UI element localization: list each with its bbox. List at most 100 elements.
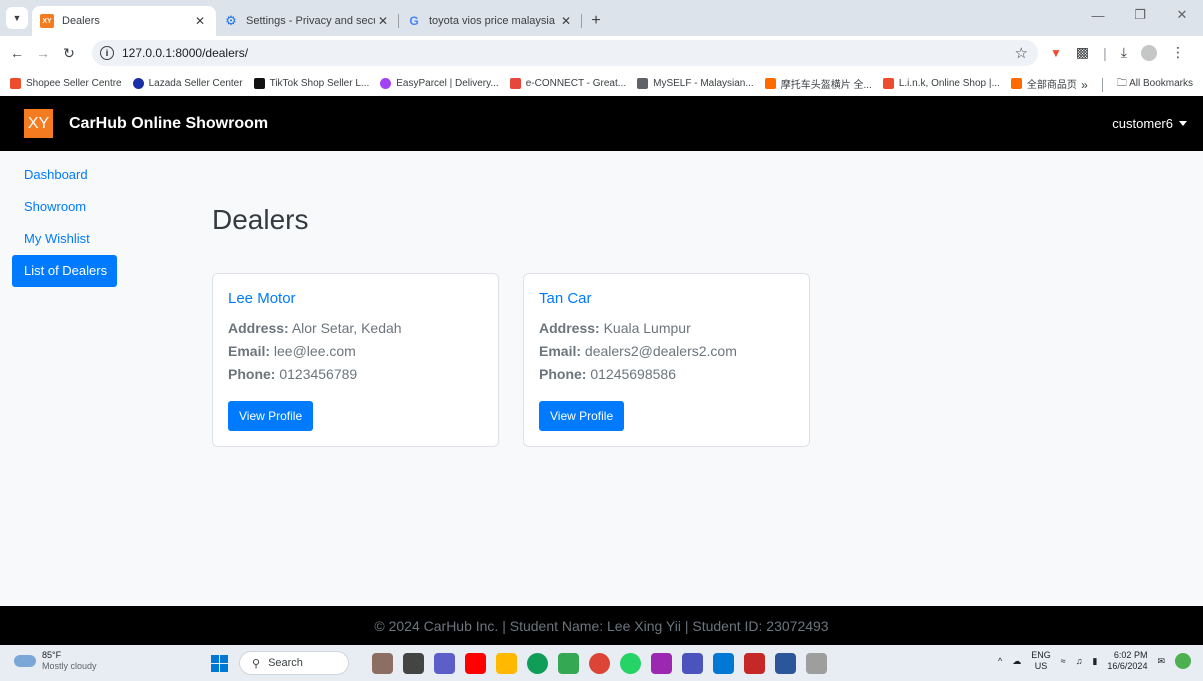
bookmark-item[interactable]: Shopee Seller Centre — [10, 77, 122, 89]
youtube-icon[interactable] — [465, 653, 486, 674]
back-icon[interactable]: ← — [4, 45, 30, 61]
wechat-icon[interactable] — [558, 653, 579, 674]
google-icon: G — [409, 14, 419, 28]
dealer-name[interactable]: Tan Car — [539, 290, 794, 307]
brand-title[interactable]: CarHub Online Showroom — [69, 115, 268, 133]
copilot-icon[interactable] — [1175, 653, 1191, 669]
onedrive-icon[interactable]: ☁ — [1012, 656, 1021, 667]
puzzle-extensions-icon[interactable]: ▩ — [1076, 44, 1089, 61]
close-tab-icon[interactable]: ✕ — [558, 14, 574, 28]
file-explorer-icon[interactable] — [496, 653, 517, 674]
dealer-email: Email: lee@lee.com — [228, 343, 356, 359]
econnect-icon — [509, 77, 521, 89]
sidebar-item-dashboard[interactable]: Dashboard — [12, 159, 117, 191]
dealer-phone: Phone: 0123456789 — [228, 366, 358, 382]
search-icon: ⚲ — [252, 657, 261, 670]
tab-dealers[interactable]: XY Dealers ✕ — [32, 6, 216, 36]
windows-start-icon[interactable] — [211, 655, 228, 672]
weather-widget[interactable]: 85°F Mostly cloudy — [14, 650, 97, 672]
profile-avatar-icon[interactable] — [1140, 44, 1157, 61]
tiktok-icon — [253, 77, 265, 89]
sidebar-item-dealers[interactable]: List of Dealers — [12, 255, 117, 287]
app-icon[interactable] — [403, 653, 424, 674]
wifi-icon[interactable]: ≈ — [1061, 656, 1066, 666]
clock[interactable]: 6:02 PM 16/6/2024 — [1107, 650, 1147, 672]
battery-icon[interactable]: ▮ — [1092, 656, 1097, 667]
url-bar[interactable]: i 127.0.0.1:8000/dealers/ ☆ — [92, 40, 1038, 66]
system-tray: ^ ☁ ENG US ≈ ♫ ▮ 6:02 PM 16/6/2024 ✉ — [998, 650, 1191, 672]
close-tab-icon[interactable]: ✕ — [192, 14, 208, 28]
app-icon[interactable] — [651, 653, 672, 674]
bookmark-item[interactable]: 全部商品页 — [1010, 76, 1077, 91]
chevron-up-icon[interactable]: ^ — [998, 656, 1002, 666]
new-tab-icon[interactable]: + — [582, 6, 610, 36]
app-icon[interactable] — [372, 653, 393, 674]
logo[interactable]: XY — [24, 109, 53, 138]
close-window-icon[interactable]: ✕ — [1161, 0, 1203, 30]
cloud-icon — [14, 655, 36, 667]
shopee-icon — [10, 77, 21, 89]
app-icon[interactable] — [806, 653, 827, 674]
tab-settings[interactable]: ⚙ Settings - Privacy and security ✕ — [216, 6, 399, 36]
view-profile-button[interactable]: View Profile — [539, 401, 625, 431]
dealer-card: Lee Motor Address: Alor Setar, Kedah Ema… — [212, 273, 499, 447]
folder-icon: 🗀 — [1116, 78, 1127, 89]
teams-icon[interactable] — [434, 653, 455, 674]
minimize-icon[interactable]: — — [1077, 0, 1119, 30]
bookmark-item[interactable]: EasyParcel | Delivery... — [380, 77, 499, 89]
taskbar-apps — [372, 653, 827, 674]
volume-icon[interactable]: ♫ — [1076, 656, 1083, 666]
bookmark-item[interactable]: e-CONNECT - Great... — [509, 77, 626, 89]
bookmark-item[interactable]: TikTok Shop Seller L... — [253, 77, 369, 89]
edge-icon[interactable] — [527, 653, 548, 674]
tab-search-chevron-icon[interactable]: ▼ — [6, 7, 28, 29]
caret-down-icon — [1179, 121, 1187, 126]
close-tab-icon[interactable]: ✕ — [375, 14, 391, 28]
chrome-icon[interactable] — [589, 653, 610, 674]
content-area: Dashboard Showroom My Wishlist List of D… — [0, 151, 1203, 606]
url-text: 127.0.0.1:8000/dealers/ — [122, 46, 249, 60]
dealer-name[interactable]: Lee Motor — [228, 290, 483, 307]
username: customer6 — [1112, 116, 1173, 131]
sidebar-item-wishlist[interactable]: My Wishlist — [12, 223, 117, 255]
all-bookmarks-button[interactable]: 🗀 All Bookmarks — [1117, 76, 1193, 93]
tab-title: toyota vios price malaysia - Goo — [429, 15, 558, 27]
reload-icon[interactable]: ↻ — [56, 45, 82, 62]
bookmarks-bar: Shopee Seller Centre Lazada Seller Cente… — [0, 70, 1203, 96]
bookmark-star-icon[interactable]: ☆ — [1015, 44, 1028, 62]
bookmark-item[interactable]: L.i.n.k, Online Shop |... — [882, 77, 1000, 89]
whatsapp-icon[interactable] — [620, 653, 641, 674]
shopee-icon — [882, 77, 894, 89]
language-indicator[interactable]: ENG US — [1031, 650, 1051, 672]
tab-google-search[interactable]: G toyota vios price malaysia - Goo ✕ — [399, 6, 582, 36]
myself-icon — [637, 77, 649, 89]
dealer-address: Address: Kuala Lumpur — [539, 320, 691, 336]
user-menu[interactable]: customer6 — [1112, 116, 1187, 131]
easyparcel-icon — [380, 77, 392, 89]
sidebar-item-showroom[interactable]: Showroom — [12, 191, 117, 223]
app-navbar: XY CarHub Online Showroom customer6 — [0, 96, 1203, 151]
forward-icon[interactable]: → — [30, 45, 56, 61]
bookmark-item[interactable]: Lazada Seller Center — [132, 77, 243, 89]
site-info-icon[interactable]: i — [100, 46, 114, 60]
window-controls: — ❐ ✕ — [1077, 0, 1203, 30]
teams-new-icon[interactable] — [682, 653, 703, 674]
view-profile-button[interactable]: View Profile — [228, 401, 314, 431]
restore-icon[interactable]: ❐ — [1119, 0, 1161, 30]
footer: © 2024 CarHub Inc. | Student Name: Lee X… — [0, 606, 1203, 645]
extension-icon[interactable]: ▼ — [1050, 46, 1062, 60]
more-bookmarks-icon[interactable]: » — [1081, 78, 1088, 92]
taskbar-search[interactable]: ⚲ Search — [239, 651, 349, 675]
bookmark-item[interactable]: MySELF - Malaysian... — [637, 77, 754, 89]
notification-icon[interactable]: ✉ — [1157, 656, 1165, 667]
vscode-icon[interactable] — [713, 653, 734, 674]
bookmark-item[interactable]: 摩托车头盔横片 全... — [764, 76, 872, 91]
pdf-icon[interactable] — [744, 653, 765, 674]
download-icon[interactable]: ⤓ — [1121, 44, 1127, 61]
dealer-email: Email: dealers2@dealers2.com — [539, 343, 737, 359]
shop-icon — [764, 77, 776, 89]
dealer-address: Address: Alor Setar, Kedah — [228, 320, 402, 336]
word-icon[interactable] — [775, 653, 796, 674]
xy-favicon-icon: XY — [40, 14, 54, 28]
more-menu-icon[interactable]: ⋮ — [1171, 44, 1185, 61]
